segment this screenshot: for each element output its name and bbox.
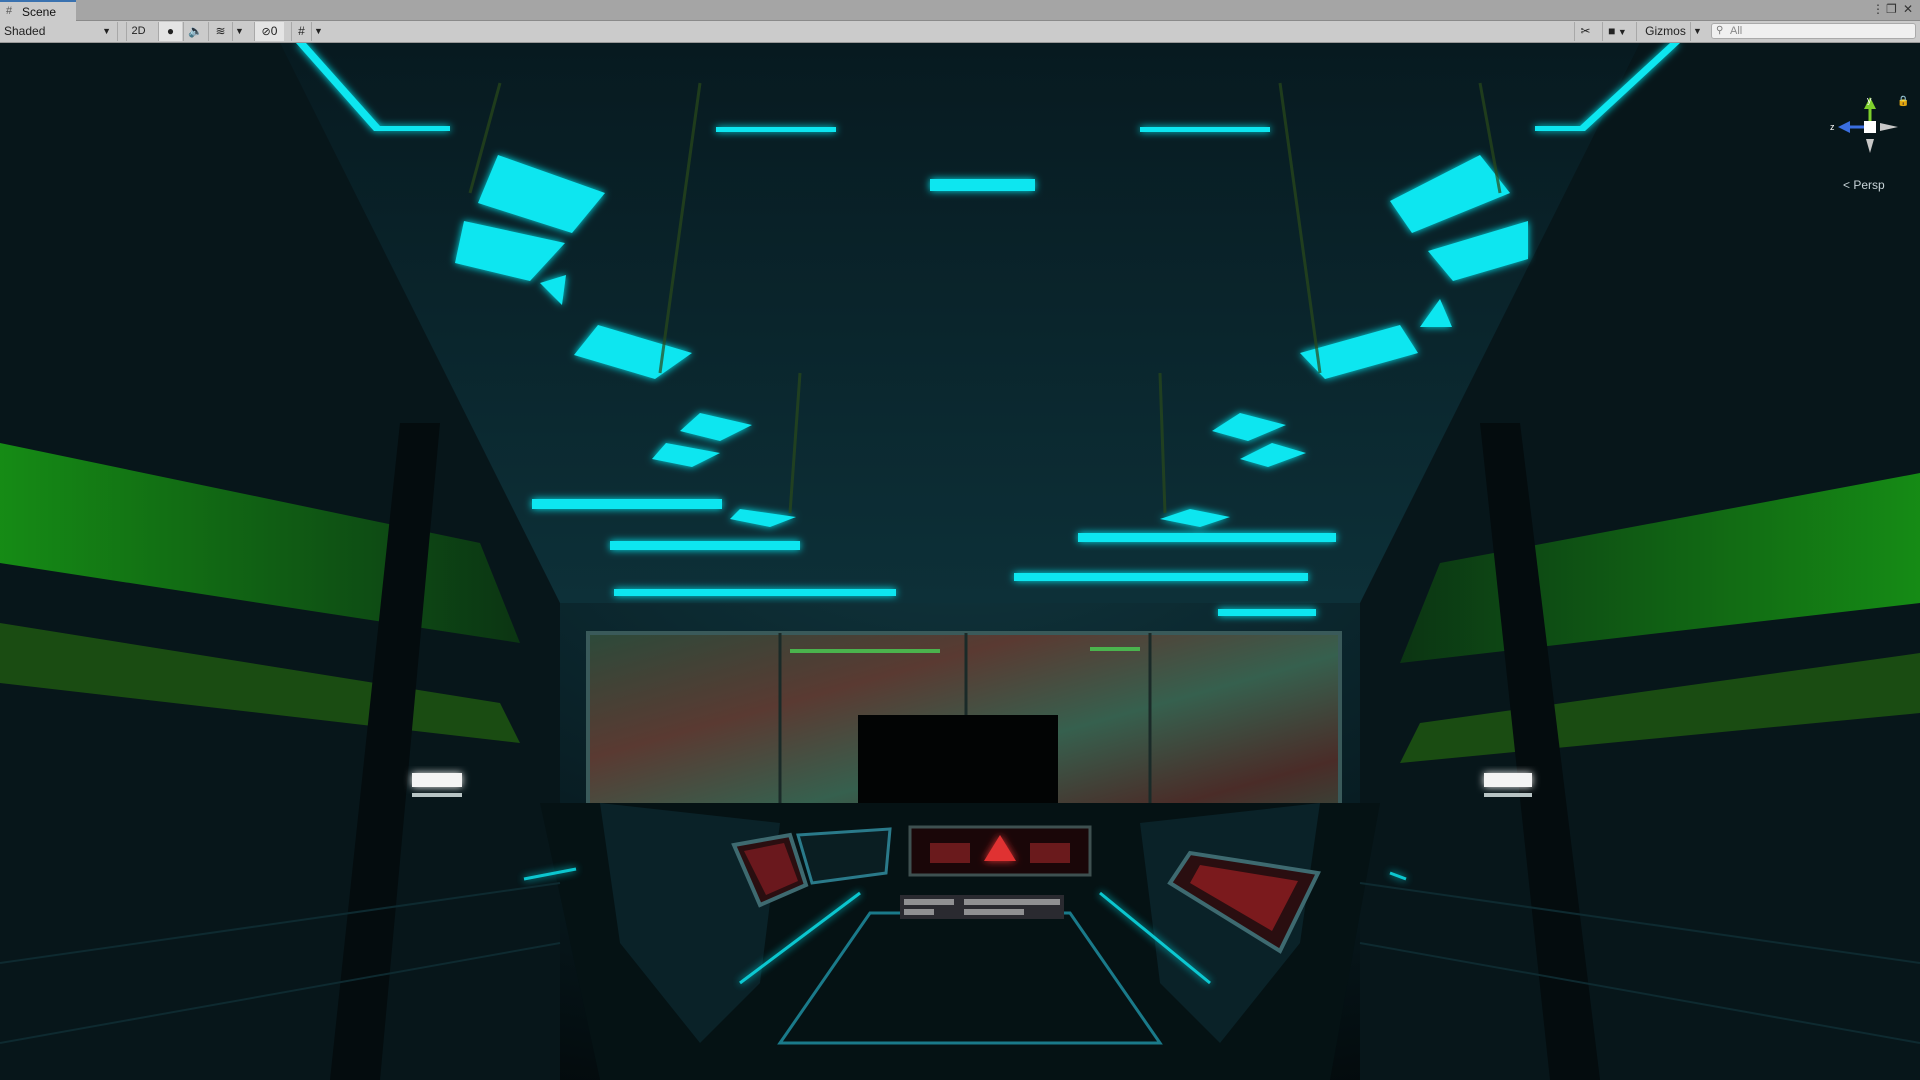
grid-dropdown[interactable]: ▼ xyxy=(311,22,325,41)
chevron-down-icon: ▼ xyxy=(1615,27,1627,37)
scene-visibility-toggle[interactable]: ⊘0 xyxy=(254,22,284,41)
search-icon: ⚲ xyxy=(1716,25,1724,36)
neg-y-axis-arrow[interactable] xyxy=(1866,139,1874,153)
lightbulb-icon: ● xyxy=(166,24,175,38)
projection-toggle[interactable]: < Persp xyxy=(1843,178,1885,192)
toggle-2d-label: 2D xyxy=(131,25,146,37)
chevron-down-icon: ▼ xyxy=(235,26,244,36)
close-icon[interactable]: ✕ xyxy=(1903,2,1913,16)
audio-toggle[interactable]: 🔈 xyxy=(183,22,207,41)
lighting-toggle[interactable]: ● xyxy=(158,22,182,41)
draw-mode-value: Shaded xyxy=(4,24,46,38)
eye-slash-icon: ⊘ xyxy=(261,26,271,38)
y-axis-label: y xyxy=(1867,95,1872,105)
tab-scene[interactable]: # Scene xyxy=(0,0,76,21)
camera-settings-dropdown[interactable]: ■ ▼ xyxy=(1602,22,1632,41)
lock-icon[interactable]: 🔒 xyxy=(1897,96,1909,107)
more-options-icon[interactable]: ⋮ xyxy=(1872,2,1884,16)
chevron-down-icon: ▼ xyxy=(102,26,111,36)
search-input[interactable]: ⚲ All xyxy=(1711,23,1916,39)
gizmos-dropdown[interactable]: ▼ xyxy=(1690,22,1704,41)
grid-toggle[interactable]: # xyxy=(291,22,311,41)
tab-scene-label: Scene xyxy=(22,5,57,19)
toggle-2d-button[interactable]: 2D xyxy=(126,22,150,41)
x-axis-arrow[interactable] xyxy=(1880,123,1898,131)
search-placeholder: All xyxy=(1730,25,1743,37)
effects-icon: ≋ xyxy=(215,24,226,38)
effects-toggle[interactable]: ≋ xyxy=(208,22,232,41)
z-axis-arrow[interactable] xyxy=(1838,121,1850,133)
scene-toolbar: Shaded ▼ 2D ● 🔈 ≋ ▼ ⊘0 # ▼ ✂ ■ ▼ Gizmos … xyxy=(0,21,1920,43)
gizmos-label: Gizmos xyxy=(1645,24,1686,38)
draw-mode-dropdown[interactable]: Shaded ▼ xyxy=(0,22,118,41)
tools-toggle[interactable]: ✂ xyxy=(1574,22,1596,41)
maximize-icon[interactable]: ❐ xyxy=(1886,2,1897,16)
scene-render xyxy=(0,43,1920,1080)
grid-icon: # xyxy=(298,24,305,38)
hidden-count: 0 xyxy=(270,24,278,38)
z-axis-label: z xyxy=(1830,122,1835,132)
orientation-gizmo[interactable]: y z xyxy=(1820,95,1920,175)
scene-viewport[interactable]: y z 🔒 < Persp xyxy=(0,43,1920,1080)
gizmos-button[interactable]: Gizmos xyxy=(1636,22,1694,41)
chevron-down-icon: ▼ xyxy=(314,26,323,36)
gizmo-center-cube[interactable] xyxy=(1864,121,1876,133)
speaker-icon: 🔈 xyxy=(188,24,203,38)
tab-bar: # Scene ⋮ ❐ ✕ xyxy=(0,0,1920,21)
chevron-down-icon: ▼ xyxy=(1693,26,1702,36)
tools-icon: ✂ xyxy=(1580,24,1591,38)
effects-dropdown[interactable]: ▼ xyxy=(232,22,246,41)
grid-icon: # xyxy=(6,5,13,17)
